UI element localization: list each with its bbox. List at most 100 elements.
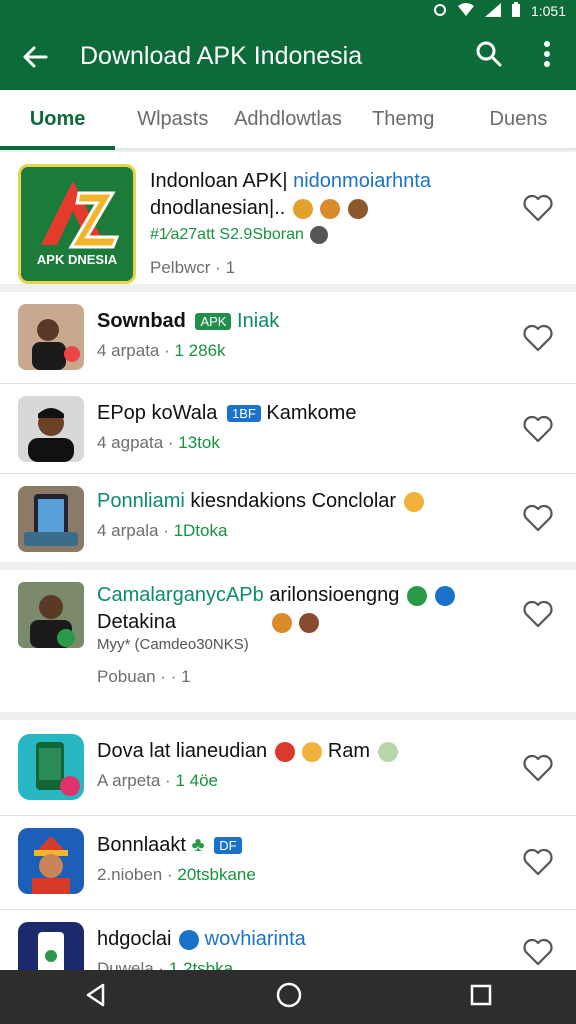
page-title: Download APK Indonesia [80, 41, 363, 70]
app-thumbnail [18, 828, 84, 894]
list-item-title-row: Dova lat lianeudian Ram [97, 740, 506, 763]
featured-app-item[interactable]: APK DNESIA Indonloan APK| nidonmoiarhnta… [0, 152, 576, 292]
app-thumbnail [18, 922, 84, 970]
list-item-title: Bonnlaakt [97, 834, 186, 856]
heart-outline-icon[interactable] [522, 192, 554, 224]
list-item[interactable]: Sownbad APK Iniak 4 arpata · 1 286k [0, 292, 576, 384]
list-item-meta-b: 13tok [178, 433, 220, 452]
featured2-title-row: CamalarganycAPb arilonsioengng [97, 584, 506, 607]
heart-outline-icon[interactable] [522, 846, 554, 878]
featured-app-rating: Pelbwcr · 1 [150, 258, 236, 278]
list-item-title-row: hdgoclai wovhiarinta [97, 928, 506, 951]
featured2-line2-row: Detakina [97, 611, 506, 634]
emoji-icon [299, 612, 320, 633]
list-item-meta: A arpeta · 1 4öe [97, 771, 506, 791]
list-item-title: EPop koWala [97, 402, 218, 424]
tab-themg[interactable]: Themg [346, 90, 461, 148]
featured-app-title-line2: dnodlanesian|.. [150, 197, 506, 220]
featured2-line2: Detakina [97, 611, 176, 633]
list-item[interactable]: hdgoclai wovhiarinta Duwela · 1 2tsbka [0, 910, 576, 970]
list-item-meta-a: Duwela · [97, 959, 165, 970]
list-item-meta-b: 20tsbkane [177, 865, 256, 884]
heart-outline-icon[interactable] [522, 598, 554, 630]
emoji-icon [274, 741, 295, 762]
list-item-meta-a: 4 arpala · [97, 521, 169, 540]
app-thumbnail [18, 734, 84, 800]
list-item-tail: kiesndakions Conclolar [190, 490, 397, 512]
list-item-title: Sownbad [97, 310, 186, 332]
list-item[interactable]: EPop koWala 1BF Kamkome 4 agpata · 13tok [0, 384, 576, 474]
featured-app-title-line1: Indonloan APK| nidonmoiarhnta [150, 170, 506, 193]
list-item-badge: DF [214, 837, 242, 855]
tab-duens[interactable]: Duens [461, 90, 576, 148]
list-item[interactable]: Dova lat lianeudian Ram A arpeta · 1 4öe [0, 720, 576, 816]
list-item-meta: 2.nioben · 20tsbkane [97, 865, 506, 885]
list-item-tail: Ram [327, 740, 371, 762]
list-item-title-row: Ponnliami kiesndakions Conclolar [97, 490, 506, 513]
featured-app-title: Indonloan APK| [150, 170, 288, 192]
list-item-meta: 4 agpata · 13tok [97, 433, 506, 453]
tab-home[interactable]: Uome [0, 90, 116, 150]
emoji-icon [271, 612, 292, 633]
wifi-icon [457, 2, 475, 20]
emoji-icon [403, 491, 424, 512]
list-item-meta-a: A arpeta · [97, 771, 171, 790]
nav-back-icon[interactable] [83, 982, 109, 1013]
featured2-title: arilonsioengng [269, 584, 400, 606]
emoji-icon [348, 198, 368, 219]
list-item-meta: Duwela · 1 2tsbka [97, 959, 506, 970]
featured2-meta: Myy* (Camdeo30NKS) [97, 636, 249, 653]
list-item-tail: wovhiarinta [204, 928, 306, 950]
search-icon[interactable] [460, 40, 518, 73]
list-item-meta-b: 1Dtoka [173, 521, 228, 540]
list-item[interactable]: Ponnliami kiesndakions Conclolar 4 arpal… [0, 474, 576, 570]
heart-outline-icon[interactable] [522, 502, 554, 534]
list-item-title: hdgoclai [97, 928, 172, 950]
featured-app-title-link[interactable]: nidonmoiarhnta [293, 170, 431, 192]
more-vert-icon[interactable] [518, 40, 576, 73]
list-item-meta-a: 4 arpata · [97, 341, 170, 360]
app-bar: Download APK Indonesia [0, 22, 576, 90]
back-arrow-icon[interactable] [0, 22, 70, 90]
featured2-title-link[interactable]: CamalarganycAPb [97, 584, 264, 606]
list-item-tail: Iniak [237, 310, 280, 332]
list-item-badge: 1BF [227, 405, 261, 423]
heart-outline-icon[interactable] [522, 752, 554, 784]
list-item-meta: 4 arpala · 1Dtoka [97, 521, 506, 541]
featured-app-meta: #1⁄a27att S2.9Sboran [150, 226, 304, 244]
verified-icon [434, 585, 455, 606]
app-list: APK DNESIA Indonloan APK| nidonmoiarhnta… [0, 152, 576, 970]
heart-outline-icon[interactable] [522, 936, 554, 968]
emoji-icon [302, 741, 323, 762]
emoji-icon [320, 198, 341, 219]
status-bar: 1:051 [0, 0, 576, 22]
avatar-icon [310, 226, 329, 244]
heart-outline-icon[interactable] [522, 413, 554, 445]
nav-recents-icon[interactable] [469, 983, 493, 1012]
signal-icon [484, 2, 501, 20]
featured-app-logo: APK DNESIA [18, 164, 136, 284]
list-item-title: Ponnliami [97, 490, 185, 512]
list-item[interactable]: Bonnlaakt ♣ DF 2.nioben · 20tsbkane [0, 816, 576, 910]
list-item-tail: Kamkome [266, 402, 357, 424]
emoji-icon [377, 741, 398, 762]
app-thumbnail [18, 304, 84, 370]
list-item-meta-a: 4 agpata · [97, 433, 174, 452]
app-thumbnail [18, 582, 84, 648]
emoji-icon [292, 198, 313, 219]
system-nav-bar [0, 970, 576, 1024]
list-item-meta-b: 1 2tsbka [168, 959, 234, 970]
list-item-title-row: Bonnlaakt ♣ DF [97, 834, 506, 857]
nav-home-icon[interactable] [275, 981, 303, 1014]
list-item-meta-b: 1 286k [174, 341, 226, 360]
list-item-meta-b: 1 4öe [175, 771, 218, 790]
featured-app-logo-text: APK DNESIA [36, 252, 118, 267]
featured-app-subtitle: dnodlanesian|.. [150, 197, 286, 219]
app-thumbnail [18, 396, 84, 462]
tab-adhdlowtlas[interactable]: Adhdlowtlas [230, 90, 345, 148]
heart-outline-icon[interactable] [522, 322, 554, 354]
featured-app-item-2[interactable]: CamalarganycAPb arilonsioengng Detakina … [0, 570, 576, 720]
app-thumbnail [18, 486, 84, 552]
featured-app-meta-row: #1⁄a27att S2.9Sboran [150, 226, 506, 244]
tab-wlpasts[interactable]: Wlpasts [115, 90, 230, 148]
